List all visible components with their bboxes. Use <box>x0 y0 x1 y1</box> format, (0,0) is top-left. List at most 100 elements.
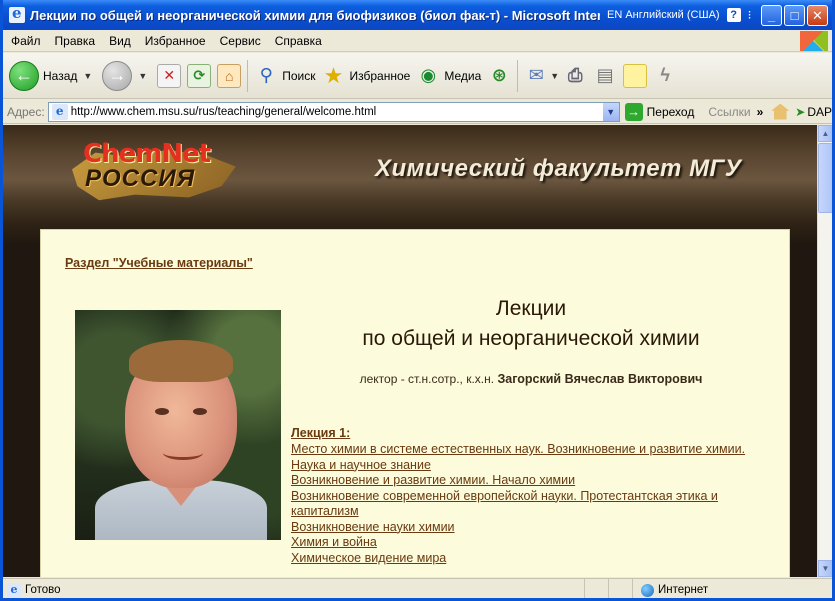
media-label: Медиа <box>444 68 482 83</box>
language-options-icon[interactable]: ⁝ <box>745 8 755 22</box>
help-icon[interactable]: ? <box>726 8 741 22</box>
history-icon[interactable]: ⊛ <box>487 64 511 88</box>
refresh-icon[interactable]: ⟳ <box>187 63 212 88</box>
dap-button[interactable]: ➤ DAP <box>795 105 832 119</box>
page-icon: e <box>51 103 68 120</box>
toolbar: ← Назад ▼ → ▼ ✕ ⟳ ⌂ ⚲ Поиск ★ Избранное … <box>3 53 832 99</box>
internet-globe-icon <box>641 583 654 597</box>
menu-tools[interactable]: Сервис <box>220 34 261 48</box>
status-page-icon: e <box>7 583 21 597</box>
go-label: Переход <box>646 104 695 119</box>
menu-file[interactable]: Файл <box>11 34 41 48</box>
dap-arrow-icon: ➤ <box>795 104 806 119</box>
links-label[interactable]: Ссылки <box>708 105 750 119</box>
faculty-title: Химический факультет МГУ <box>375 155 742 182</box>
search-button[interactable]: ⚲ Поиск <box>254 64 316 88</box>
address-url[interactable]: http://www.chem.msu.su/rus/teaching/gene… <box>71 106 603 118</box>
photo-smile <box>163 446 203 460</box>
status-cell <box>584 579 608 598</box>
address-bar: Адрес: e http://www.chem.msu.su/rus/teac… <box>3 100 832 124</box>
content-panel: Раздел "Учебные материалы" Лекции по общ… <box>40 229 790 577</box>
menu-view[interactable]: Вид <box>109 34 131 48</box>
topic-link[interactable]: Химия и война <box>291 535 761 551</box>
topic-link[interactable]: Возникновение современной европейской на… <box>291 489 761 520</box>
scroll-thumb[interactable] <box>818 143 832 213</box>
window-title: Лекции по общей и неорганической химии д… <box>30 7 600 23</box>
links-home-icon[interactable] <box>771 103 790 120</box>
messenger-icon[interactable]: ϟ <box>653 64 677 88</box>
vertical-scrollbar[interactable]: ▲ ▼ <box>817 125 832 577</box>
page-title-line2: по общей и неорганической химии <box>362 327 700 350</box>
status-text: Готово <box>25 584 61 596</box>
mail-dropdown-icon[interactable]: ▼ <box>550 71 559 81</box>
language-bar: EN Английский (США) ? ⁝ <box>604 4 755 26</box>
go-button[interactable]: → Переход <box>624 102 695 121</box>
edit-icon[interactable]: ▤ <box>593 64 617 88</box>
menu-help[interactable]: Справка <box>275 34 322 48</box>
windows-logo-icon <box>800 31 828 51</box>
minimize-button[interactable]: _ <box>761 4 782 26</box>
topic-link[interactable]: Химическое видение мира <box>291 551 761 567</box>
topic-link[interactable]: Возникновение науки химии <box>291 520 761 536</box>
links-chevron-icon[interactable]: » <box>757 105 764 119</box>
topic-link[interactable]: Возникновение и развитие химии. Начало х… <box>291 473 761 489</box>
window-controls: _ □ ✕ <box>761 4 828 26</box>
discuss-icon[interactable] <box>623 63 648 88</box>
back-button[interactable]: ← Назад ▼ <box>9 60 96 91</box>
title-bar: Лекции по общей и неорганической химии д… <box>3 0 832 30</box>
page-title-line1: Лекции <box>495 297 567 320</box>
media-globe-icon: ◉ <box>420 65 437 85</box>
print-icon[interactable]: ⎙ <box>563 64 587 88</box>
photo-hair <box>129 340 233 382</box>
status-bar: e Готово Интернет <box>3 578 832 598</box>
favorites-star-icon: ★ <box>323 62 344 88</box>
language-button[interactable]: EN Английский (США) <box>604 9 723 21</box>
toolbar-separator <box>517 59 519 92</box>
address-dropdown-icon[interactable]: ▼ <box>602 102 619 121</box>
status-cell <box>608 579 632 598</box>
menu-edit[interactable]: Правка <box>55 34 96 48</box>
address-label: Адрес: <box>7 104 45 119</box>
chemnet-logo[interactable]: ChemNet РОССИЯ <box>55 139 265 205</box>
menu-bar: Файл Правка Вид Избранное Сервис Справка <box>3 30 832 52</box>
forward-button[interactable]: → ▼ <box>102 60 151 91</box>
security-zone: Интернет <box>632 579 832 598</box>
lecturer-name: Загорский Вячеслав Викторович <box>497 372 703 386</box>
address-input[interactable]: e http://www.chem.msu.su/rus/teaching/ge… <box>47 101 620 122</box>
search-icon: ⚲ <box>259 65 273 85</box>
back-dropdown-icon[interactable]: ▼ <box>83 71 92 81</box>
toolbar-separator <box>247 59 249 92</box>
lecturer-prefix: лектор - ст.н.сотр., к.х.н. <box>359 372 495 386</box>
logo-text-bottom: РОССИЯ <box>85 165 196 192</box>
forward-dropdown-icon[interactable]: ▼ <box>138 71 147 81</box>
page-viewport: ChemNet РОССИЯ Химический факультет МГУ … <box>3 125 817 577</box>
stop-icon[interactable]: ✕ <box>157 63 182 88</box>
back-label: Назад <box>43 68 78 83</box>
topic-link[interactable]: Место химии в системе естественных наук.… <box>291 442 761 473</box>
lecture-heading-link[interactable]: Лекция 1: <box>291 426 350 440</box>
site-header: ChemNet РОССИЯ Химический факультет МГУ <box>3 125 817 225</box>
section-link[interactable]: Раздел "Учебные материалы" <box>65 256 253 270</box>
back-arrow-icon: ← <box>9 60 39 91</box>
photo-eye <box>155 408 169 415</box>
photo-eye <box>193 408 207 415</box>
go-arrow-icon: → <box>624 102 643 121</box>
close-button[interactable]: ✕ <box>807 4 828 26</box>
forward-arrow-icon: → <box>102 60 133 91</box>
mail-icon[interactable]: ✉ <box>524 64 548 88</box>
favorites-button[interactable]: ★ Избранное <box>322 62 411 88</box>
media-button[interactable]: ◉ Медиа <box>416 64 481 88</box>
dap-label: DAP <box>807 104 833 119</box>
maximize-button[interactable]: □ <box>784 4 805 26</box>
favorites-label: Избранное <box>349 68 411 83</box>
scroll-up-icon[interactable]: ▲ <box>818 125 832 142</box>
lecturer-photo <box>75 310 281 540</box>
home-icon[interactable]: ⌂ <box>217 63 242 88</box>
status-cells: Интернет <box>584 579 832 598</box>
scroll-down-icon[interactable]: ▼ <box>818 560 832 577</box>
zone-label: Интернет <box>658 584 709 596</box>
browser-window: Лекции по общей и неорганической химии д… <box>0 0 835 601</box>
menu-favorites[interactable]: Избранное <box>145 34 206 48</box>
topic-list: Место химии в системе естественных наук.… <box>291 442 761 566</box>
page-title: Лекции по общей и неорганической химии <box>291 294 771 354</box>
